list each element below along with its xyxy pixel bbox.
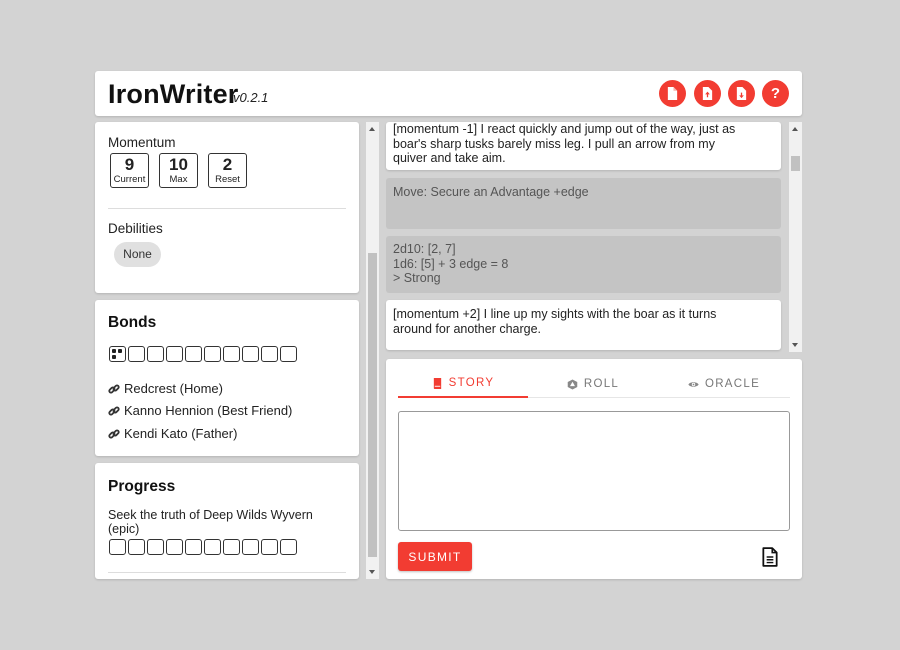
new-file-icon: [667, 87, 678, 100]
link-icon: [108, 383, 120, 394]
bond-tick[interactable]: [109, 346, 126, 362]
log-line: boar's sharp tusks barely miss leg. I pu…: [393, 136, 715, 151]
bond-tick[interactable]: [242, 346, 259, 362]
progress-tick[interactable]: [261, 539, 278, 555]
log-scrollbar[interactable]: [789, 122, 802, 352]
scroll-down-arrow[interactable]: [792, 343, 798, 347]
progress-track-name: Seek the truth of Deep Wilds Wyvern (epi…: [108, 508, 338, 536]
log-entry: [momentum +2] I line up my sights with t…: [386, 300, 781, 350]
log-line: [momentum +2] I line up my sights with t…: [393, 307, 717, 321]
scroll-down-arrow[interactable]: [369, 570, 375, 574]
dice-icon: [567, 378, 578, 390]
progress-tick[interactable]: [166, 539, 183, 555]
scrollbar-thumb[interactable]: [791, 156, 800, 171]
bond-label: Kendi Kato (Father): [124, 426, 238, 441]
download-file-icon: [736, 87, 747, 100]
tab-roll[interactable]: ROLL: [528, 370, 658, 398]
upload-file-button[interactable]: [694, 80, 721, 107]
divider: [108, 208, 346, 209]
momentum-current[interactable]: 9 Current: [110, 153, 149, 188]
bond-label: Kanno Hennion (Best Friend): [124, 403, 293, 418]
momentum-reset-value: 2: [222, 155, 233, 174]
momentum-current-caption: Current: [113, 174, 146, 185]
roll-line: > Strong: [393, 271, 441, 285]
app-title: IronWriter: [108, 79, 239, 109]
scrollbar-thumb[interactable]: [368, 253, 377, 557]
upload-file-icon: [702, 87, 713, 100]
momentum-max-caption: Max: [169, 174, 188, 185]
bond-item[interactable]: Redcrest (Home): [108, 381, 223, 396]
progress-tick[interactable]: [223, 539, 240, 555]
momentum-label: Momentum: [108, 135, 176, 150]
progress-tick[interactable]: [204, 539, 221, 555]
help-icon: ?: [770, 85, 781, 102]
log-entry: [momentum -1] I react quickly and jump o…: [386, 122, 781, 170]
debilities-label: Debilities: [108, 221, 163, 236]
momentum-max-value: 10: [169, 155, 188, 174]
progress-track-title: Seek the truth of Deep Wilds Wyvern: [108, 508, 313, 522]
debility-chip[interactable]: None: [114, 242, 161, 267]
progress-tick[interactable]: [242, 539, 259, 555]
bonds-track: [109, 346, 297, 362]
tab-roll-label: ROLL: [583, 378, 620, 390]
tab-oracle[interactable]: ORACLE: [658, 370, 790, 398]
scroll-up-arrow[interactable]: [792, 127, 798, 131]
tab-story-label: STORY: [448, 377, 495, 389]
help-button[interactable]: ?: [762, 80, 789, 107]
momentum-max[interactable]: 10 Max: [159, 153, 198, 188]
link-icon: [108, 405, 120, 416]
progress-track-rank: (epic): [108, 522, 140, 536]
bond-tick[interactable]: [147, 346, 164, 362]
tab-oracle-label: ORACLE: [704, 378, 761, 390]
progress-tick[interactable]: [280, 539, 297, 555]
progress-tick[interactable]: [128, 539, 145, 555]
story-input[interactable]: [398, 411, 790, 531]
bonds-title: Bonds: [108, 314, 157, 331]
bond-tick[interactable]: [280, 346, 297, 362]
left-scrollbar[interactable]: [366, 122, 379, 579]
roll-line: 1d6: [5] + 3 edge = 8: [393, 256, 509, 271]
momentum-reset[interactable]: 2 Reset: [208, 153, 247, 188]
link-icon: [108, 428, 120, 439]
progress-title: Progress: [108, 478, 176, 495]
app-header: IronWriter v0.2.1 ?: [95, 71, 802, 116]
scroll-up-arrow[interactable]: [369, 127, 375, 131]
tab-story[interactable]: STORY: [398, 370, 528, 398]
bond-tick[interactable]: [204, 346, 221, 362]
log-line: quiver and take aim.: [393, 151, 506, 165]
progress-tick[interactable]: [185, 539, 202, 555]
eye-icon: [688, 381, 699, 387]
bond-tick[interactable]: [261, 346, 278, 362]
bond-tick[interactable]: [185, 346, 202, 362]
progress-tick[interactable]: [109, 539, 126, 555]
log-line: around for another charge.: [393, 321, 542, 336]
momentum-reset-caption: Reset: [215, 174, 240, 185]
roll-line: 2d10: [2, 7]: [393, 242, 456, 256]
move-entry: Move: Secure an Advantage +edge: [386, 178, 781, 229]
document-button[interactable]: [762, 547, 778, 567]
divider: [108, 572, 346, 573]
app-version: v0.2.1: [233, 90, 269, 105]
bond-tick[interactable]: [128, 346, 145, 362]
progress-tick[interactable]: [147, 539, 164, 555]
bond-item[interactable]: Kendi Kato (Father): [108, 426, 237, 441]
move-line: Move: Secure an Advantage +edge: [393, 185, 589, 199]
bond-item[interactable]: Kanno Hennion (Best Friend): [108, 403, 292, 418]
momentum-current-value: 9: [124, 155, 135, 174]
progress-track: [109, 539, 297, 555]
download-file-button[interactable]: [728, 80, 755, 107]
book-icon: [433, 377, 441, 389]
bond-label: Redcrest (Home): [124, 381, 223, 396]
document-icon: [762, 547, 778, 567]
new-file-button[interactable]: [659, 80, 686, 107]
roll-entry: 2d10: [2, 7] 1d6: [5] + 3 edge = 8 > Str…: [386, 236, 781, 293]
log-line: [momentum -1] I react quickly and jump o…: [393, 122, 736, 136]
bond-tick[interactable]: [166, 346, 183, 362]
submit-button[interactable]: SUBMIT: [398, 542, 472, 571]
bond-tick[interactable]: [223, 346, 240, 362]
